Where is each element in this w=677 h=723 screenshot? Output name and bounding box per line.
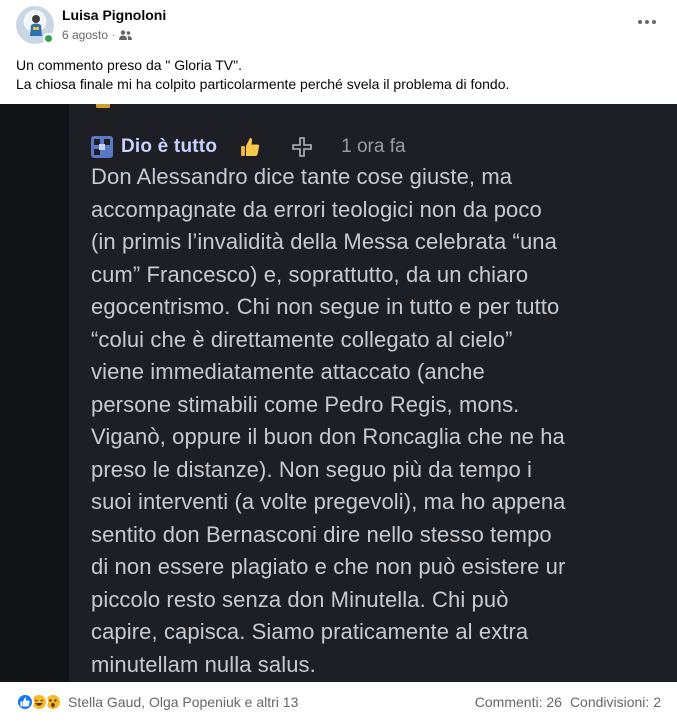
cropped-emoji-edge	[96, 104, 110, 108]
comment-line: viene immediatamente attaccato (anche	[91, 359, 485, 384]
facebook-post: Luisa Pignoloni 6 agosto · Un commento p…	[0, 0, 677, 723]
post-footer: Stella Gaud, Olga Popeniuk e altri 13 Co…	[0, 682, 677, 723]
post-stats: Commenti: 26 Condivisioni: 2	[475, 694, 661, 710]
comment-header: Dio è tutto 1 ora fa	[91, 132, 406, 162]
author-name[interactable]: Luisa Pignoloni	[62, 7, 166, 23]
caption-line: La chiosa finale mi ha colpito particola…	[16, 76, 510, 92]
post-header: Luisa Pignoloni 6 agosto ·	[0, 0, 677, 48]
reply-cross-icon	[292, 137, 312, 157]
more-dot-icon	[652, 20, 656, 24]
reactors-names[interactable]: Stella Gaud, Olga Popeniuk e altri 13	[68, 694, 298, 710]
site-logo-icon	[91, 136, 113, 158]
comments-count-link[interactable]: Commenti: 26	[475, 694, 562, 710]
reactions-summary[interactable]: Stella Gaud, Olga Popeniuk e altri 13	[16, 693, 298, 711]
online-status-dot	[43, 33, 54, 44]
caption-line: Un commento preso da " Gloria TV".	[16, 57, 242, 73]
comment-line: egocentrismo. Chi non segue in tutto e p…	[91, 294, 560, 319]
comment-line: di non essere plagiato e che non può esi…	[91, 554, 566, 579]
more-dot-icon	[638, 20, 642, 24]
like-reaction-icon	[16, 693, 34, 711]
post-meta: 6 agosto ·	[62, 28, 133, 42]
comment-line: preso le distanze). Non seguo più da tem…	[91, 456, 532, 482]
comment-username: Dio è tutto	[121, 136, 218, 157]
comment-line: Viganò, oppure il buon don Roncaglia che…	[91, 424, 565, 449]
comment-line: minutellam nulla salus.	[91, 651, 316, 677]
comment-time: 1 ora fa	[341, 136, 406, 157]
comment-line: cum” Francesco) e, soprattutto, da un ch…	[91, 261, 529, 287]
meta-separator: ·	[112, 29, 116, 41]
post-image-screenshot[interactable]: Dio è tutto 1 ora fa Don Alessandro dice…	[0, 104, 677, 682]
thumbs-up-icon	[241, 138, 260, 156]
post-date[interactable]: 6 agosto	[62, 28, 108, 42]
comment-line: (in primis l’invalidità della Messa cele…	[91, 229, 557, 254]
post-caption: Un commento preso da " Gloria TV". La ch…	[16, 56, 666, 94]
more-dot-icon	[645, 20, 649, 24]
comment-line: accompagnate da errori teologici non da …	[91, 196, 542, 222]
friends-icon[interactable]	[119, 30, 133, 40]
shares-count-link[interactable]: Condivisioni: 2	[570, 694, 661, 710]
comment-text: Don Alessandro dice tante cose giuste, m…	[91, 161, 671, 681]
comment-line: capire, capisca. Siamo praticamente al e…	[91, 619, 529, 644]
comment-line: Don Alessandro dice tante cose giuste, m…	[91, 164, 513, 189]
comment-line: persone stimabili come Pedro Regis, mons…	[91, 391, 520, 417]
comment-line: “colui che è direttamente collegato al c…	[91, 326, 513, 352]
comment-line: piccolo resto senza don Minutella. Chi p…	[91, 586, 509, 612]
comment-line: suoi interventi (a volte pregevoli), ma …	[91, 489, 566, 514]
more-options-button[interactable]	[635, 12, 659, 32]
comment-line: sentito don Bernasconi dire nello stesso…	[91, 521, 552, 547]
avatar-figure-icon	[30, 15, 42, 36]
